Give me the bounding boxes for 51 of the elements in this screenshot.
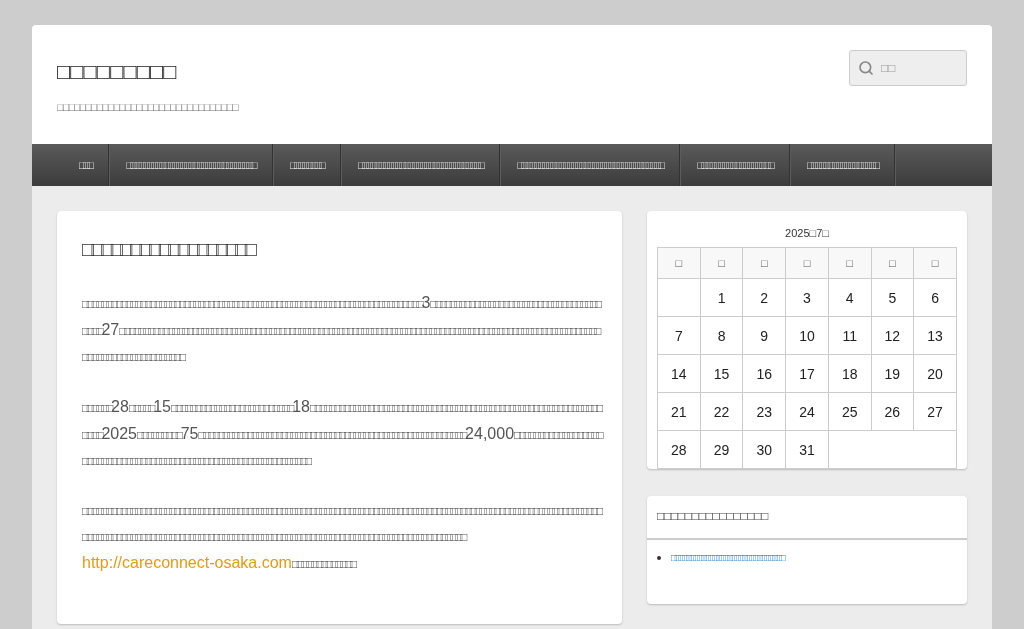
calendar-day: 8 (700, 316, 743, 355)
calendar-day: 3 (785, 278, 829, 317)
calendar-day: 23 (742, 392, 786, 431)
calendar-day: 2 (742, 278, 786, 317)
calendar-day: 14 (657, 354, 701, 393)
search-icon (858, 60, 874, 76)
search-field[interactable]: □□ (849, 50, 967, 86)
calendar-day: 4 (828, 278, 871, 317)
calendar-day: 30 (742, 430, 786, 469)
calendar-day: 15 (700, 354, 743, 393)
calendar-day: 16 (742, 354, 786, 393)
calendar-day: 7 (657, 316, 701, 355)
calendar-day: 29 (700, 430, 743, 469)
weekday-header: □ (700, 247, 743, 279)
post-paragraph: □□□□□□□□□□□□□□□□□□□□□□□□□□□□□□□□□□□□□□□□□□□□□□□□□□□□□□□□□□□□□□□□□□□□□□3□□□□□□□□□□□□□□□□□□□□□□□□□□□□□□□□□□□□□□□27□□□□□□□□□□□□□□□□□□□□□□□□□□□□□□□□□□□□□□□□□□□□□□□□□□□□□□□□□□□□□□□□□□□□□□□□□□□□□□□□□□□□□□□□□□□□□□□□□□□□□□□□□□□□□□□□□□□□□□□□ (82, 297, 600, 364)
weekday-header: □ (913, 247, 957, 279)
calendar-day: 5 (871, 278, 914, 317)
weekday-header: □ (657, 247, 701, 279)
link-suffix-text: □□□□□□□□□□□□□ (291, 557, 355, 573)
bullet-icon (657, 555, 661, 560)
calendar-day: 18 (828, 354, 871, 393)
calendar-day: 11 (828, 316, 871, 355)
calendar-day: 12 (871, 316, 914, 355)
calendar-day: 31 (785, 430, 829, 469)
post-paragraph: □□□□□□□□□□□□□□□□□□□□□□□□□□□□□□□□□□□□□□□□□□□□□□□□□□□□□□□□□□□□□□□□□□□□□□□□□□□□□□□□□□□□□□□□□□□□□□□□□□□□□□□□□□□□□□□□□□□□□□□□□□□□□□□□□□□□□□□□□□□□□□□□□□□□□□□□□□□□□□□□□□□□□□□□□□□□□□□□□□□□□□□□□□ (82, 504, 601, 544)
post-paragraph: □□□□□□28□□□□□15□□□□□□□□□□□□□□□□□□□□□□□□□18□□□□□□□□□□□□□□□□□□□□□□□□□□□□□□□□□□□□□□□□□□□□□□□□□□□□□□□□□□□□□□□□2025□□□□□□□□□75□□□□□□□□□□□□□□□□□□□□□□□□□□□□□□□□□□□□□□□□□□□□□□□□□□□□□□□24,000□□□□□□□□□□□□□□□□□□□□□□□□□□□□□□□□□□□□□□□□□□□□□□□□□□□□□□□□□□□□□□□□□ (82, 401, 602, 468)
weekday-header: □ (828, 247, 871, 279)
calendar-day: 1 (700, 278, 743, 317)
calendar-day: 26 (871, 392, 914, 431)
calendar-day: 28 (657, 430, 701, 469)
calendar-day: 10 (785, 316, 829, 355)
calendar-day: 17 (785, 354, 829, 393)
weekday-header: □ (785, 247, 829, 279)
calendar-day: 6 (913, 278, 957, 317)
post-title: □□□□□□□□□□□□□□□□□□ (82, 237, 256, 262)
calendar-caption: 2025□7□ (784, 227, 830, 239)
calendar-day: 21 (657, 392, 701, 431)
site-title[interactable]: □□□□□□□□□ (57, 55, 179, 89)
calendar-day: 19 (871, 354, 914, 393)
calendar-day: 9 (742, 316, 786, 355)
site-tagline: □□□□□□□□□□□□□□□□□□□□□□□□□□□□□□□□ (57, 101, 238, 113)
calendar-day: 25 (828, 392, 871, 431)
weekday-header: □ (871, 247, 914, 279)
calendar-day: 13 (913, 316, 957, 355)
calendar-day: 24 (785, 392, 829, 431)
weekday-header: □ (742, 247, 786, 279)
widget-title: □□□□□□□□□□□□□□□□ (647, 496, 967, 540)
widget-link[interactable]: □□□□□□□□□□□□□□□□□□□□□□□□□□□□□□ (671, 552, 784, 563)
calendar-day: 27 (913, 392, 957, 431)
calendar-day: 20 (913, 354, 957, 393)
calendar-day: 22 (700, 392, 743, 431)
